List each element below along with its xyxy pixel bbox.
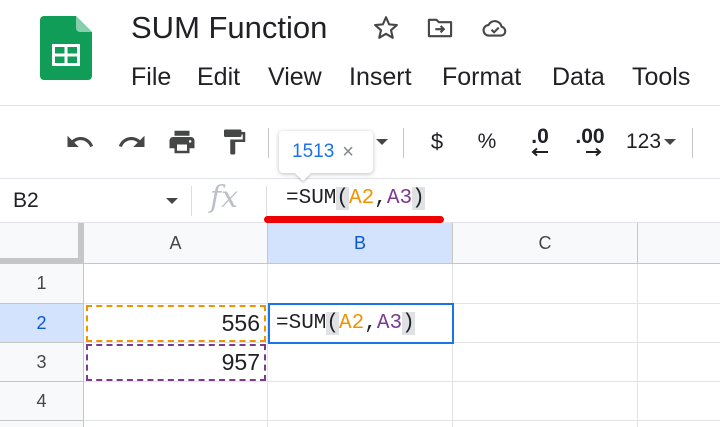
fx-icon: fx [210, 180, 239, 215]
menu-format[interactable]: Format [442, 63, 521, 92]
gridline [84, 420, 720, 421]
increase-decimal-button[interactable]: .00 [570, 122, 610, 162]
formula-open-paren: ( [336, 187, 350, 210]
row-header-1[interactable]: 1 [0, 264, 84, 304]
menu-file[interactable]: File [131, 63, 171, 92]
gridline [452, 264, 453, 427]
cell-a3[interactable]: 957 [86, 344, 266, 381]
increase-decimal-label: .00 [575, 125, 605, 148]
formula-comma: , [374, 187, 387, 210]
star-icon[interactable] [370, 12, 402, 44]
formula-bar-separator [266, 186, 267, 216]
row-header-3[interactable]: 3 [0, 343, 84, 382]
close-icon[interactable]: × [342, 141, 354, 164]
formula-function: =SUM [276, 312, 327, 335]
name-box[interactable]: B2 [13, 186, 183, 216]
menu-view[interactable]: View [268, 63, 322, 92]
row-header-4[interactable]: 4 [0, 382, 84, 421]
column-header-c[interactable]: C [453, 223, 638, 264]
row-header-2[interactable]: 2 [0, 304, 84, 343]
toolbar-separator [692, 128, 693, 158]
formula-ref-a2: A2 [339, 312, 365, 335]
gridline [267, 264, 268, 427]
move-to-folder-icon[interactable] [424, 12, 456, 44]
print-button[interactable] [162, 122, 202, 162]
formula-ref-a3: A3 [376, 312, 403, 335]
formula-close-paren: ) [412, 187, 425, 210]
google-sheets-logo[interactable] [40, 16, 92, 80]
undo-button[interactable] [60, 122, 100, 162]
formula-result-tooltip: 1513 × [279, 131, 373, 173]
gridline [637, 264, 638, 427]
menu-edit[interactable]: Edit [197, 63, 240, 92]
currency-format-button[interactable]: $ [420, 122, 454, 162]
column-header-a[interactable]: A [84, 223, 268, 264]
menu-insert[interactable]: Insert [349, 63, 412, 92]
tooltip-value: 1513 [292, 141, 335, 162]
cell-b2-editor[interactable]: =SUM(A2, A3) [268, 303, 454, 344]
row-header-5[interactable] [0, 421, 84, 427]
chevron-down-icon [375, 139, 388, 145]
redo-button[interactable] [112, 122, 152, 162]
arrow-right-icon [586, 147, 602, 157]
menu-tools[interactable]: Tools [632, 63, 690, 92]
column-header-b[interactable]: B [268, 223, 453, 264]
percent-format-button[interactable]: % [472, 122, 502, 162]
decrease-decimal-button[interactable]: .0 [522, 122, 558, 162]
arrow-left-icon [531, 147, 548, 157]
document-title[interactable]: SUM Function [131, 10, 327, 46]
formula-comma: , [364, 312, 377, 335]
cell-a2[interactable]: 556 [86, 305, 266, 342]
gridline [84, 381, 720, 382]
column-header-d[interactable] [638, 223, 720, 264]
print-icon [169, 130, 195, 154]
toolbar-separator [268, 128, 269, 158]
undo-icon [67, 135, 94, 147]
formula-ref-a3: A3 [386, 187, 413, 210]
number-format-button[interactable]: 123 [618, 122, 684, 162]
formula-ref-a2: A2 [349, 187, 375, 210]
annotation-underline [264, 216, 444, 223]
decrease-decimal-label: .0 [531, 125, 549, 148]
formula-open-paren: ( [326, 312, 340, 335]
paint-format-icon [224, 129, 246, 155]
number-format-label: 123 [625, 130, 662, 153]
toolbar-separator [403, 128, 404, 158]
paint-format-button[interactable] [214, 122, 254, 162]
redo-icon [118, 135, 145, 147]
menu-data[interactable]: Data [552, 63, 605, 92]
formula-bar-separator [191, 186, 192, 216]
cloud-saved-icon[interactable] [479, 12, 511, 44]
formula-function: =SUM [286, 187, 337, 210]
chevron-down-icon [664, 139, 677, 145]
formula-close-paren: ) [402, 312, 415, 335]
formula-input[interactable]: =SUM(A2,A3) [286, 187, 425, 210]
chevron-down-icon[interactable] [166, 198, 178, 204]
